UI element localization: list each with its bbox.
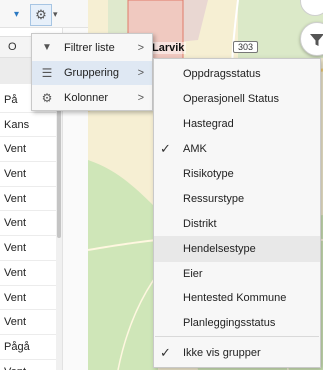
group-option-ressurstype[interactable]: Ressurstype — [154, 186, 320, 212]
group-option-planleggingsstatus[interactable]: Planleggingsstatus — [154, 310, 320, 336]
option-label: Planleggingsstatus — [183, 317, 276, 329]
option-label: Ressurstype — [183, 193, 245, 205]
column-header-label: O — [8, 41, 17, 53]
group-option-operasjonell-status[interactable]: Operasjonell Status — [154, 86, 320, 112]
group-option-distrikt[interactable]: Distrikt — [154, 211, 320, 237]
menu-item-label: Gruppering — [64, 67, 120, 79]
list-group-icon: ☰ — [41, 66, 53, 80]
list-item[interactable]: Vent — [0, 211, 56, 237]
group-option-hastegrad[interactable]: Hastegrad — [154, 111, 320, 137]
list-item[interactable]: Vent — [0, 162, 56, 187]
option-label: Hentested Kommune — [183, 292, 287, 304]
checkmark-icon: ✓ — [160, 141, 171, 156]
list-item[interactable]: Vent — [0, 360, 56, 370]
group-option-amk[interactable]: ✓ AMK — [154, 136, 320, 162]
option-label: Operasjonell Status — [183, 93, 279, 105]
menu-item-grouping[interactable]: ☰ Gruppering > — [32, 61, 152, 85]
group-option-oppdragsstatus[interactable]: Oppdragsstatus — [154, 61, 320, 87]
funnel-icon — [310, 34, 323, 46]
list-item[interactable]: Vent — [0, 236, 56, 261]
menu-item-label: Filtrer liste — [64, 42, 115, 54]
filter-icon: ▼ — [42, 42, 52, 53]
submenu-arrow-icon: > — [137, 42, 144, 54]
group-option-hentested-kommune[interactable]: Hentested Kommune — [154, 285, 320, 311]
list-item[interactable]: Vent — [0, 261, 56, 286]
option-label: Eier — [183, 268, 203, 280]
town-label: Larvik — [150, 42, 187, 54]
option-label: AMK — [183, 143, 207, 155]
list-settings-menu: ▼ Filtrer liste > ☰ Gruppering > ⚙ Kolon… — [31, 33, 153, 111]
list-item[interactable]: Vent — [0, 187, 56, 212]
list-item[interactable]: Pågå — [0, 335, 56, 360]
group-option-risikotype[interactable]: Risikotype — [154, 161, 320, 187]
grouping-submenu: Oppdragsstatus Operasjonell Status Haste… — [153, 58, 321, 368]
group-option-eier[interactable]: Eier — [154, 261, 320, 287]
list-toolbar: ▾ ⚙ ▾ — [0, 0, 88, 28]
submenu-arrow-icon: > — [137, 92, 144, 104]
option-label: Ikke vis grupper — [183, 347, 261, 359]
menu-divider — [155, 336, 319, 337]
group-option-hendelsestype[interactable]: Hendelsestype — [154, 236, 320, 262]
incident-list: På Kans Vent Vent Vent Vent Vent Vent Ve… — [0, 88, 56, 370]
group-option-ikke-vis-grupper[interactable]: ✓ Ikke vis grupper — [154, 340, 320, 366]
list-item[interactable]: Vent — [0, 137, 56, 163]
menu-item-label: Kolonner — [64, 92, 109, 104]
checkmark-icon: ✓ — [160, 345, 171, 360]
option-label: Oppdragsstatus — [183, 68, 261, 80]
gear-icon: ⚙ — [35, 7, 47, 22]
option-label: Distrikt — [183, 218, 217, 230]
list-settings-button[interactable]: ⚙ — [30, 4, 52, 26]
option-label: Hastegrad — [183, 118, 234, 130]
gear-icon: ⚙ — [41, 91, 53, 105]
menu-item-columns[interactable]: ⚙ Kolonner > — [32, 86, 152, 110]
list-item[interactable]: Vent — [0, 310, 56, 335]
collapse-chevron-icon[interactable]: ▾ — [14, 9, 19, 20]
option-label: Risikotype — [183, 168, 234, 180]
road-number-label: 303 — [233, 41, 259, 53]
option-label: Hendelsestype — [183, 243, 256, 255]
menu-item-filter[interactable]: ▼ Filtrer liste > — [32, 36, 152, 60]
app-stage: Larvik 303 ▾ ⚙ ▾ O På Kans Vent Vent Ven… — [0, 0, 323, 370]
list-item[interactable]: Kans — [0, 113, 56, 138]
settings-caret-icon: ▾ — [53, 9, 58, 19]
list-item[interactable]: Vent — [0, 286, 56, 311]
submenu-arrow-icon: > — [137, 67, 144, 79]
